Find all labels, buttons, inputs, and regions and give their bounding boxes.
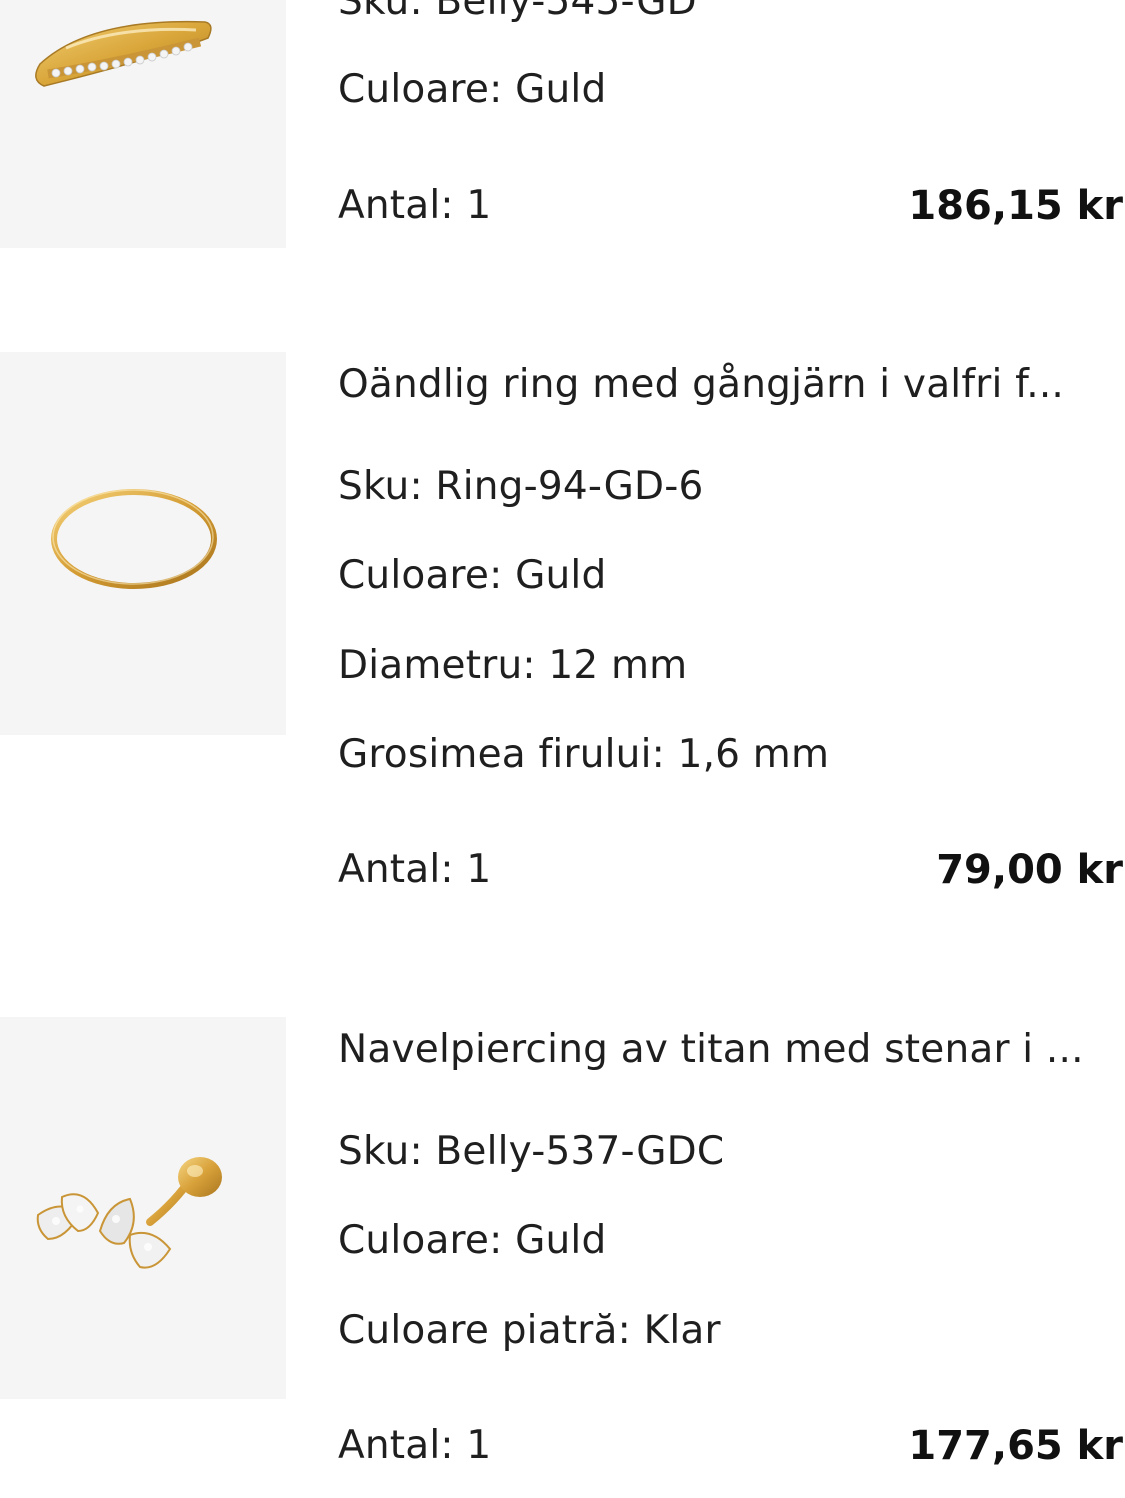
product-image-1[interactable] (0, 0, 286, 248)
sku-label: Sku: (338, 0, 423, 24)
product-image-3[interactable] (0, 1017, 286, 1399)
color-label: Culoare: (338, 553, 503, 598)
item-price: 186,15 kr (908, 183, 1123, 229)
color-value: Guld (515, 553, 607, 598)
sku-value: Belly-537-GDC (435, 1129, 725, 1174)
quantity-label: Antal: (338, 1423, 454, 1468)
thickness-label: Grosimea firului: (338, 732, 665, 777)
sku-line: Sku: Ring-94-GD-6 (338, 463, 704, 511)
product-title[interactable]: Navelpiercing av titan med stenar i ... (338, 1026, 1108, 1074)
color-label: Culoare: (338, 67, 503, 112)
color-line: Culoare: Guld (338, 1217, 606, 1265)
quantity-label: Antal: (338, 847, 454, 892)
product-title[interactable]: Oändlig ring med gångjärn i valfri f... (338, 361, 1108, 409)
jeweled-navel-piercing-icon (36, 1157, 222, 1269)
item-price: 79,00 kr (936, 847, 1123, 893)
cart-item-2: Oändlig ring med gångjärn i valfri f... … (0, 352, 1125, 912)
color-label: Culoare: (338, 1218, 503, 1263)
diameter-value: 12 mm (548, 643, 688, 688)
stone-color-line: Culoare piatră: Klar (338, 1307, 721, 1355)
product-image-2[interactable] (0, 352, 286, 735)
thickness-value: 1,6 mm (677, 732, 830, 777)
quantity-line: Antal: 1 (338, 1422, 491, 1470)
sku-value: Belly-545-GD (435, 0, 697, 24)
curved-jeweled-belly-ring-icon (35, 20, 212, 87)
item-price: 177,65 kr (908, 1423, 1123, 1469)
sku-label: Sku: (338, 1129, 423, 1174)
sku-line: Sku: Belly-537-GDC (338, 1128, 724, 1176)
sku-line: Sku: Belly-545-GD (338, 0, 697, 26)
color-line: Culoare: Guld (338, 552, 606, 600)
stone-color-label: Culoare piatră: (338, 1308, 631, 1353)
quantity-value: 1 (466, 183, 492, 228)
stone-color-value: Klar (643, 1308, 721, 1353)
sku-label: Sku: (338, 464, 423, 509)
sku-value: Ring-94-GD-6 (435, 464, 704, 509)
thickness-line: Grosimea firului: 1,6 mm (338, 731, 829, 779)
quantity-line: Antal: 1 (338, 846, 491, 894)
quantity-label: Antal: (338, 183, 454, 228)
cart-item-3: Navelpiercing av titan med stenar i ... … (0, 1017, 1125, 1498)
color-line: Culoare: Guld (338, 66, 606, 114)
diameter-label: Diametru: (338, 643, 536, 688)
quantity-value: 1 (466, 847, 492, 892)
quantity-line: Antal: 1 (338, 182, 491, 230)
color-value: Guld (515, 67, 607, 112)
quantity-value: 1 (466, 1423, 492, 1468)
diameter-line: Diametru: 12 mm (338, 642, 687, 690)
cart-item-1: Sku: Belly-545-GD Culoare: Guld Antal: 1… (0, 0, 1125, 300)
color-value: Guld (515, 1218, 607, 1263)
gold-hoop-ring-icon (51, 489, 217, 589)
